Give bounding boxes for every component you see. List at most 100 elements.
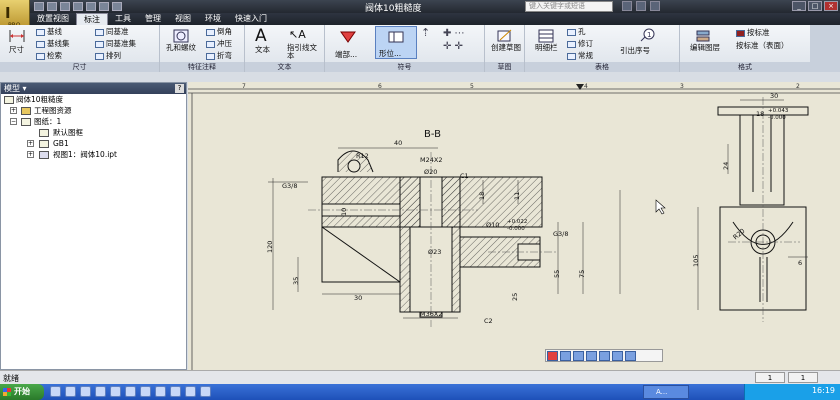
expand-toggle[interactable]: + bbox=[27, 140, 34, 147]
collapse-toggle[interactable]: − bbox=[10, 118, 17, 125]
new-icon[interactable] bbox=[34, 2, 44, 11]
tab-manage[interactable]: 管理 bbox=[138, 13, 168, 25]
dimension-text: 35 bbox=[292, 277, 300, 285]
ordinate-set-button[interactable]: 同基准集 bbox=[95, 38, 136, 49]
hole-table-button[interactable]: 孔 bbox=[567, 26, 586, 37]
parts-list-icon bbox=[538, 29, 554, 43]
layer-dropdown[interactable]: 按标准（表面） bbox=[736, 40, 789, 51]
tab-get-started[interactable]: 快速入门 bbox=[228, 13, 274, 25]
punch-button[interactable]: 冲压 bbox=[206, 38, 232, 49]
symbol-scroll-icon[interactable]: ⇡ bbox=[421, 26, 430, 39]
centermark-icon[interactable]: ✛ ✛ bbox=[443, 41, 463, 52]
col-number: 3 bbox=[680, 83, 684, 90]
ie-icon[interactable] bbox=[50, 386, 61, 397]
revision-table-button[interactable]: 修订 bbox=[567, 38, 593, 49]
style-dropdown[interactable]: 按标准 bbox=[736, 27, 770, 38]
open-icon[interactable] bbox=[47, 2, 57, 11]
tab-place-views[interactable]: 放置视图 bbox=[30, 13, 76, 25]
star-icon[interactable] bbox=[636, 1, 646, 11]
app-icon[interactable] bbox=[155, 386, 166, 397]
redo-icon[interactable] bbox=[86, 2, 96, 11]
feature-control-frame-button[interactable]: 形位... bbox=[375, 26, 417, 59]
tree-item-sheet[interactable]: − 图纸：1 bbox=[1, 116, 186, 127]
tab-tools[interactable]: 工具 bbox=[108, 13, 138, 25]
datum-icon[interactable]: ✚ ⋯ bbox=[443, 28, 465, 39]
edit-layers-icon bbox=[696, 30, 710, 42]
app-icon[interactable] bbox=[185, 386, 196, 397]
symbol-icon[interactable] bbox=[586, 351, 597, 361]
app-icon[interactable] bbox=[110, 386, 121, 397]
col-number: 4 bbox=[584, 83, 588, 90]
general-table-button[interactable]: 常规 bbox=[567, 50, 593, 61]
taskbar: 开始 A... 16:19 bbox=[0, 384, 840, 400]
tab-view[interactable]: 视图 bbox=[168, 13, 198, 25]
close-button[interactable]: × bbox=[824, 1, 838, 11]
col-number: 2 bbox=[796, 83, 800, 90]
binoculars-icon[interactable] bbox=[622, 1, 632, 11]
tree-item-view1[interactable]: + 视图1：阀体10.ipt bbox=[1, 149, 186, 160]
panel-title-table: 表格 bbox=[525, 62, 679, 72]
chamfer-button[interactable]: 倒角 bbox=[206, 26, 232, 37]
leader-icon[interactable] bbox=[573, 351, 584, 361]
save-icon[interactable] bbox=[60, 2, 70, 11]
start-button[interactable]: 开始 bbox=[0, 384, 44, 400]
dimension-text: 11 bbox=[513, 192, 521, 200]
tree-item-resources[interactable]: + 工程图资源 bbox=[1, 105, 186, 116]
tree-item-border[interactable]: 默认图框 bbox=[1, 127, 186, 138]
app-icon[interactable] bbox=[140, 386, 151, 397]
browser-header[interactable]: 模型 ▾? bbox=[1, 83, 186, 94]
app-icon[interactable] bbox=[125, 386, 136, 397]
maximize-button[interactable]: □ bbox=[808, 1, 822, 11]
browser-help-button[interactable]: ? bbox=[175, 84, 184, 93]
baseline-set-button[interactable]: 基线集 bbox=[36, 38, 70, 49]
minimize-button[interactable]: _ bbox=[792, 1, 806, 11]
create-sketch-button[interactable]: 创建草图 bbox=[491, 44, 521, 52]
wrench-icon[interactable] bbox=[625, 351, 636, 361]
tab-environments[interactable]: 环境 bbox=[198, 13, 228, 25]
bold-icon[interactable] bbox=[547, 351, 558, 361]
dimension-text: C1 bbox=[460, 172, 469, 180]
create-sketch-icon bbox=[497, 29, 512, 42]
desktop-icon[interactable] bbox=[95, 386, 106, 397]
edit-layers-button[interactable]: 编辑图层 bbox=[690, 44, 720, 52]
tree-item-drawing[interactable]: 阀体10粗糙度 bbox=[1, 94, 186, 105]
keyboard-icon[interactable] bbox=[599, 351, 610, 361]
list-icon[interactable] bbox=[612, 351, 623, 361]
explorer-icon[interactable] bbox=[80, 386, 91, 397]
tree-item-titleblock[interactable]: + GB1 bbox=[1, 138, 186, 149]
dimension-text: 30 bbox=[770, 92, 778, 100]
panel-table: 明细栏 孔 修订 常规 1 引出序号 表格 bbox=[525, 25, 680, 72]
text-style-icon[interactable] bbox=[560, 351, 571, 361]
leader-text-button[interactable]: 指引线文本 bbox=[287, 44, 323, 60]
balloon-button[interactable]: 引出序号 bbox=[620, 45, 650, 56]
panel-format: 编辑图层 按标准 按标准（表面） 格式 bbox=[680, 25, 810, 72]
ordinate-button[interactable]: 同基准 bbox=[95, 26, 129, 37]
dropdown-icon[interactable] bbox=[112, 2, 122, 11]
print-icon[interactable] bbox=[99, 2, 109, 11]
undo-icon[interactable] bbox=[73, 2, 83, 11]
tab-annotate[interactable]: 标注 bbox=[76, 13, 108, 25]
baseline-button[interactable]: 基线 bbox=[36, 26, 62, 37]
media-icon[interactable] bbox=[65, 386, 76, 397]
parts-list-button[interactable]: 明细栏 bbox=[535, 44, 563, 52]
app-icon[interactable] bbox=[200, 386, 211, 397]
arrange-button[interactable]: 排列 bbox=[95, 50, 121, 61]
tolerance-upper: +0.022 bbox=[507, 219, 527, 225]
retrieve-button[interactable]: 检索 bbox=[36, 50, 62, 61]
status-count-1: 1 bbox=[755, 372, 785, 383]
search-input[interactable]: 键入关键字或短语 bbox=[525, 1, 613, 12]
end-treatment-button[interactable]: 端部... bbox=[335, 49, 357, 60]
arrange-icon bbox=[95, 52, 104, 60]
hole-thread-button[interactable]: 孔和螺纹 bbox=[166, 44, 206, 52]
dimension-button[interactable]: 尺寸 bbox=[9, 44, 24, 55]
taskbar-task-inventor[interactable]: A... bbox=[643, 385, 689, 399]
quick-access-toolbar bbox=[34, 2, 122, 12]
bend-button[interactable]: 折弯 bbox=[206, 50, 232, 61]
app-icon[interactable] bbox=[170, 386, 181, 397]
expand-toggle[interactable]: + bbox=[10, 107, 17, 114]
expand-toggle[interactable]: + bbox=[27, 151, 34, 158]
dimension-text: M24X2 bbox=[420, 156, 442, 164]
help-icon[interactable] bbox=[650, 1, 660, 11]
drawing-canvas[interactable]: 7 6 5 4 3 2 B-B 40 R12 M24X2 Ø20 C1 Ø23 … bbox=[188, 82, 840, 370]
text-button[interactable]: 文本 bbox=[255, 44, 270, 55]
